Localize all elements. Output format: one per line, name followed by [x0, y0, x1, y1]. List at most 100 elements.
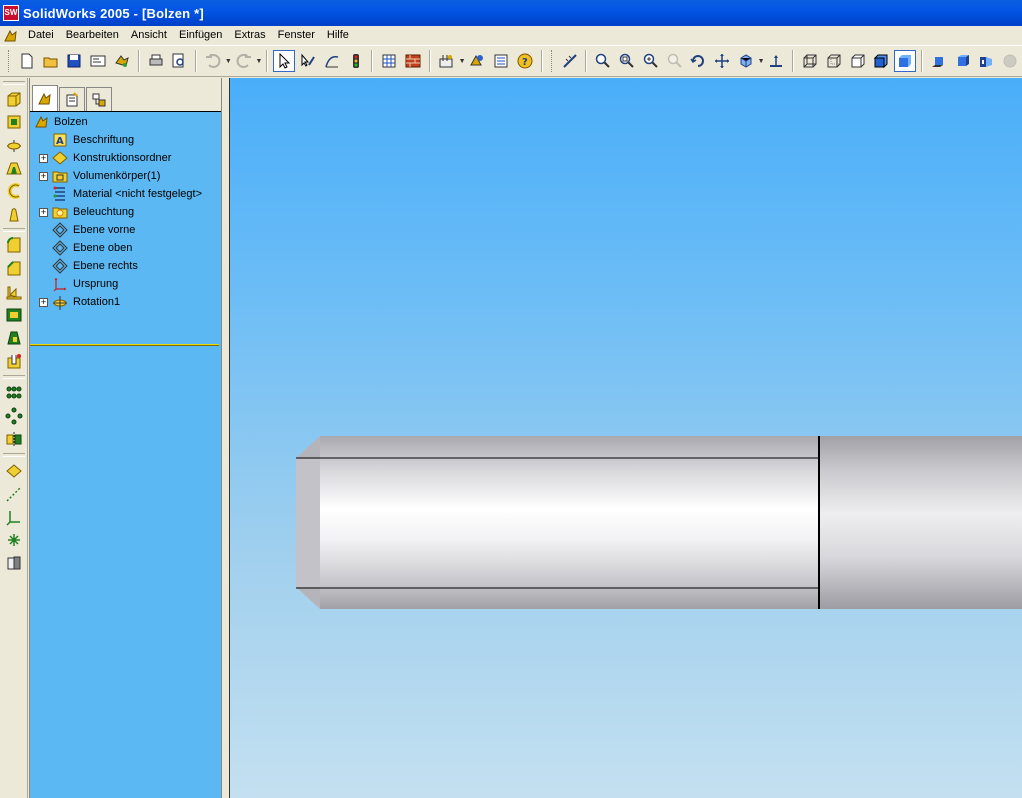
tree-item[interactable]: Material <nicht festgelegt>	[30, 185, 221, 203]
tree-item[interactable]: + Beleuchtung	[30, 203, 221, 221]
feature-tree: Bolzen A Beschriftung + Konstruktionsordner…	[30, 112, 221, 346]
chamfer-icon[interactable]	[3, 258, 25, 280]
tree-item[interactable]: Ursprung	[30, 275, 221, 293]
shadows-in-shaded-mode-icon[interactable]	[928, 50, 950, 72]
pan-icon[interactable]	[711, 50, 733, 72]
solidworks-logo-icon[interactable]: SW	[3, 5, 19, 21]
help-icon[interactable]: ?	[514, 50, 536, 72]
reference-plane-icon[interactable]	[3, 460, 25, 482]
tree-item[interactable]: + Volumenkörper(1)	[30, 167, 221, 185]
expand-plus-icon[interactable]: +	[39, 298, 48, 307]
redo-dropdown-icon[interactable]: ▼	[256, 58, 263, 65]
section-view-icon[interactable]	[952, 50, 974, 72]
normal-to-icon[interactable]	[766, 50, 788, 72]
menu-extras[interactable]: Extras	[228, 26, 271, 45]
title-bar[interactable]: SW SolidWorks 2005 - [Bolzen *]	[0, 0, 1022, 26]
view-orientation-dropdown-icon[interactable]: ▼	[758, 58, 765, 65]
shell-icon[interactable]	[3, 304, 25, 326]
select-pointer-icon[interactable]	[273, 50, 296, 72]
tree-item-label: Beschriftung	[73, 134, 135, 146]
tab-featuremanager[interactable]	[32, 85, 58, 111]
properties-icon[interactable]	[490, 50, 512, 72]
extruded-cut-icon[interactable]	[3, 180, 25, 202]
menu-datei[interactable]: Datei	[22, 26, 60, 45]
menu-bearbeiten[interactable]: Bearbeiten	[60, 26, 125, 45]
part-model-bolzen[interactable]	[230, 78, 1022, 798]
new-document-icon[interactable]	[16, 50, 38, 72]
realview-graphics-icon[interactable]	[999, 50, 1021, 72]
fillet-icon[interactable]	[3, 235, 25, 257]
measure-tools-icon[interactable]	[559, 50, 581, 72]
tree-item[interactable]: Ebene rechts	[30, 257, 221, 275]
draft-icon[interactable]	[3, 327, 25, 349]
expand-plus-icon[interactable]: +	[39, 172, 48, 181]
extruded-boss-icon[interactable]	[3, 88, 25, 110]
expand-plus-icon[interactable]: +	[39, 154, 48, 163]
tree-item[interactable]: Ebene oben	[30, 239, 221, 257]
svg-text:?: ?	[522, 57, 528, 68]
lofted-boss-icon[interactable]	[3, 157, 25, 179]
part-icon	[34, 114, 50, 130]
swept-boss-icon[interactable]	[3, 134, 25, 156]
revolved-boss-icon[interactable]	[3, 111, 25, 133]
command-bar-grip[interactable]	[3, 81, 25, 85]
options-icon[interactable]	[436, 50, 458, 72]
circular-pattern-icon[interactable]	[3, 405, 25, 427]
tree-item[interactable]: Ebene vorne	[30, 221, 221, 239]
menu-ansicht[interactable]: Ansicht	[125, 26, 173, 45]
grid-options-icon[interactable]	[378, 50, 400, 72]
undo-icon[interactable]	[202, 50, 224, 72]
make-drawing-icon[interactable]	[87, 50, 109, 72]
view-orientation-icon[interactable]	[735, 50, 757, 72]
make-assembly-icon[interactable]	[111, 50, 133, 72]
graphics-area[interactable]	[229, 78, 1022, 798]
shaded-icon[interactable]	[894, 50, 916, 72]
hole-wizard-icon[interactable]	[3, 350, 25, 372]
appearance-texture-icon[interactable]	[402, 50, 424, 72]
tree-item[interactable]: A Beschriftung	[30, 131, 221, 149]
rib-icon[interactable]	[3, 281, 25, 303]
menu-hilfe[interactable]: Hilfe	[321, 26, 355, 45]
zoom-to-selection-icon[interactable]	[664, 50, 686, 72]
wireframe-icon[interactable]	[799, 50, 821, 72]
undo-dropdown-icon[interactable]: ▼	[225, 58, 232, 65]
toolbar-grip[interactable]	[550, 50, 554, 72]
zoom-to-fit-icon[interactable]	[592, 50, 614, 72]
rotate-view-icon[interactable]	[687, 50, 709, 72]
linear-pattern-icon[interactable]	[3, 382, 25, 404]
zoom-in-out-icon[interactable]	[640, 50, 662, 72]
print-icon[interactable]	[145, 50, 167, 72]
save-icon[interactable]	[63, 50, 85, 72]
curves-icon[interactable]	[3, 552, 25, 574]
menu-einfuegen[interactable]: Einfügen	[173, 26, 228, 45]
toolbar-separator	[585, 50, 588, 72]
shaded-with-edges-icon[interactable]	[870, 50, 892, 72]
tree-item[interactable]: + Konstruktionsordner	[30, 149, 221, 167]
open-folder-icon[interactable]	[40, 50, 62, 72]
tree-item[interactable]: + Rotation1	[30, 293, 221, 311]
add-ins-icon[interactable]	[467, 50, 489, 72]
select-other-icon[interactable]	[297, 50, 319, 72]
sketch-icon[interactable]	[321, 50, 343, 72]
coordinate-system-icon[interactable]	[3, 506, 25, 528]
document-menu-icon[interactable]	[0, 26, 22, 45]
revolved-cut-icon[interactable]	[3, 203, 25, 225]
mirror-icon[interactable]	[3, 428, 25, 450]
reference-axis-icon[interactable]	[3, 483, 25, 505]
hidden-lines-removed-icon[interactable]	[847, 50, 869, 72]
perspective-icon[interactable]	[975, 50, 997, 72]
rollback-bar[interactable]	[30, 344, 219, 346]
hidden-lines-visible-icon[interactable]	[823, 50, 845, 72]
redo-icon[interactable]	[233, 50, 255, 72]
expand-plus-icon[interactable]: +	[39, 208, 48, 217]
menu-fenster[interactable]: Fenster	[272, 26, 321, 45]
tab-propertymanager[interactable]	[59, 87, 85, 111]
options-dropdown-icon[interactable]: ▼	[459, 58, 466, 65]
tab-configurationmanager[interactable]	[86, 87, 112, 111]
zoom-to-area-icon[interactable]	[616, 50, 638, 72]
toolbar-grip[interactable]	[8, 50, 11, 72]
rebuild-icon[interactable]	[345, 50, 367, 72]
tree-root[interactable]: Bolzen	[30, 113, 221, 131]
print-preview-icon[interactable]	[168, 50, 190, 72]
reference-point-icon[interactable]	[3, 529, 25, 551]
